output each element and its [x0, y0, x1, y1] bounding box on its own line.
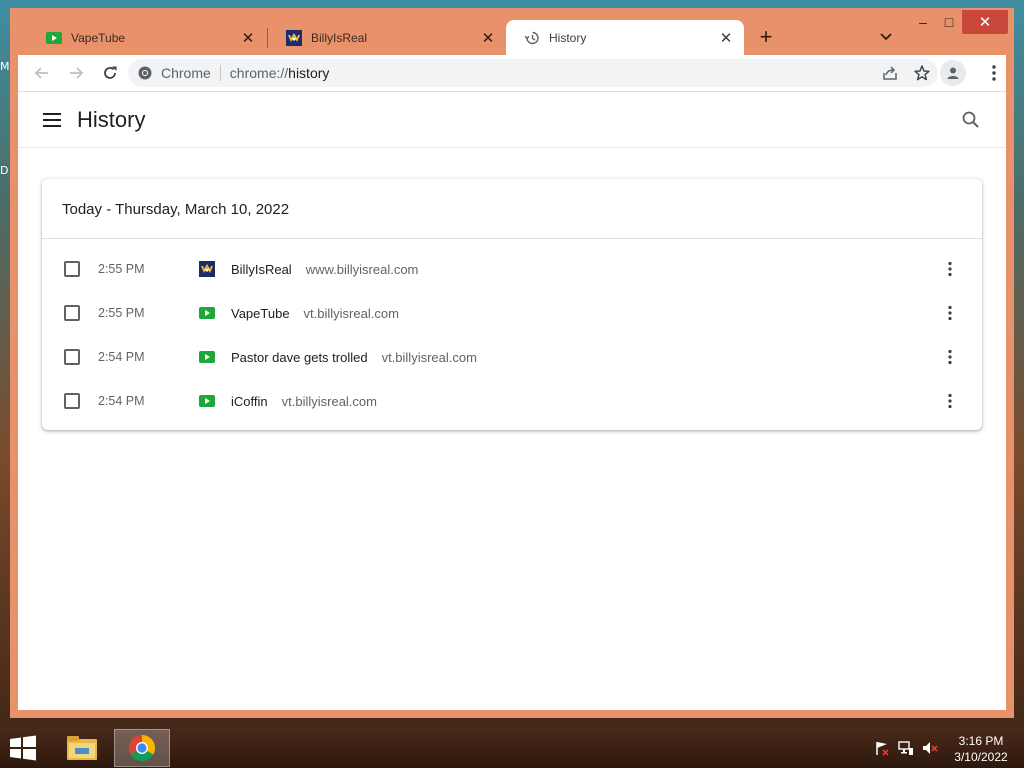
- tab-vapetube[interactable]: VapeTube ✕: [28, 20, 266, 55]
- clock-date: 3/10/2022: [954, 750, 1008, 764]
- toolbar: Chrome chrome://history: [18, 55, 1006, 91]
- entry-checkbox[interactable]: [64, 305, 80, 321]
- chevron-down-icon[interactable]: [876, 26, 896, 46]
- tab-label: History: [549, 30, 587, 45]
- folder-icon: [67, 736, 97, 760]
- history-icon: [524, 31, 539, 44]
- more-vert-icon: [948, 393, 952, 409]
- entry-title: Pastor dave gets trolled: [231, 349, 368, 365]
- address-bar[interactable]: Chrome chrome://history: [128, 59, 938, 87]
- tab-close-button[interactable]: ✕: [240, 30, 256, 47]
- star-icon: [914, 65, 930, 81]
- vapetube-favicon: [199, 395, 215, 407]
- entry-checkbox[interactable]: [64, 349, 80, 365]
- entry-menu-button[interactable]: [940, 389, 960, 413]
- system-clock[interactable]: 3:16 PM 3/10/2022: [948, 733, 1014, 765]
- more-vert-icon: [992, 65, 996, 81]
- close-window-button[interactable]: ✕: [962, 10, 1008, 34]
- desktop-icon-label: D: [0, 164, 9, 177]
- chrome-logo-icon: [138, 66, 152, 80]
- taskbar: 3:16 PM 3/10/2022: [0, 727, 1024, 768]
- back-button[interactable]: [28, 59, 56, 87]
- arrow-left-icon: [34, 67, 48, 79]
- card-divider: [42, 238, 982, 239]
- entry-link[interactable]: iCoffin vt.billyisreal.com: [231, 394, 377, 409]
- tab-close-button[interactable]: ✕: [480, 30, 496, 47]
- tab-label: BillyIsReal: [311, 30, 368, 45]
- entry-domain: vt.billyisreal.com: [303, 305, 399, 321]
- maximize-button[interactable]: □: [934, 10, 964, 34]
- clock-time: 3:16 PM: [958, 734, 1004, 748]
- person-icon: [947, 67, 959, 79]
- file-explorer-button[interactable]: [54, 729, 110, 767]
- entry-menu-button[interactable]: [940, 257, 960, 281]
- chrome-logo-icon: [128, 734, 156, 762]
- action-center-flag-icon[interactable]: [874, 740, 890, 756]
- entry-title: iCoffin: [231, 393, 268, 409]
- entry-checkbox[interactable]: [64, 261, 80, 277]
- entry-menu-button[interactable]: [940, 345, 960, 369]
- entry-time: 2:54 PM: [98, 394, 145, 408]
- share-button[interactable]: [880, 63, 900, 83]
- entry-time: 2:55 PM: [98, 306, 145, 320]
- more-vert-icon: [948, 305, 952, 321]
- entry-checkbox[interactable]: [64, 393, 80, 409]
- vapetube-favicon: [199, 351, 215, 363]
- reload-button[interactable]: [96, 59, 124, 87]
- url-prefix: chrome://: [229, 65, 289, 81]
- reload-icon: [104, 66, 117, 79]
- tab-label: VapeTube: [71, 30, 126, 45]
- tab-billyisreal[interactable]: BillyIsReal ✕: [268, 20, 506, 55]
- history-card: Today - Thursday, March 10, 2022 2:55 PM…: [42, 179, 982, 430]
- chrome-taskbar-button[interactable]: [114, 729, 170, 767]
- tab-close-button[interactable]: ✕: [718, 30, 734, 47]
- profile-button[interactable]: [940, 60, 966, 86]
- site-label: Chrome: [161, 65, 211, 81]
- history-page: History Today - Thursday, March 10, 2022…: [18, 91, 1006, 710]
- history-entry[interactable]: 2:54 PM Pastor dave gets trolled vt.billy…: [42, 335, 982, 379]
- menu-button[interactable]: [984, 63, 1004, 83]
- forward-button[interactable]: [62, 59, 90, 87]
- title-bar: VapeTube ✕ BillyIsReal ✕ History ✕ + – □…: [10, 8, 1014, 55]
- history-entry[interactable]: 2:55 PM VapeTube vt.billyisreal.com: [42, 291, 982, 335]
- more-vert-icon: [948, 349, 952, 365]
- new-tab-button[interactable]: +: [754, 26, 778, 50]
- chrome-window: VapeTube ✕ BillyIsReal ✕ History ✕ + – □…: [10, 8, 1014, 718]
- share-icon: [883, 66, 897, 80]
- entry-time: 2:55 PM: [98, 262, 145, 276]
- date-header: Today - Thursday, March 10, 2022: [62, 201, 290, 218]
- billyisreal-favicon: [199, 261, 215, 277]
- network-icon[interactable]: [898, 740, 914, 756]
- vapetube-favicon: [46, 31, 62, 44]
- entry-title: BillyIsReal: [231, 261, 292, 277]
- omnibox-divider: [219, 65, 221, 81]
- entry-domain: www.billyisreal.com: [305, 261, 419, 277]
- bookmark-button[interactable]: [912, 63, 932, 83]
- search-icon[interactable]: [960, 109, 982, 131]
- url-text: chrome://history: [230, 65, 330, 81]
- billyisreal-favicon: [286, 29, 302, 46]
- tab-history[interactable]: History ✕: [506, 20, 744, 55]
- entry-time: 2:54 PM: [98, 350, 145, 364]
- entry-link[interactable]: VapeTube vt.billyisreal.com: [231, 306, 399, 321]
- entry-title: VapeTube: [231, 305, 290, 321]
- more-vert-icon: [948, 261, 952, 277]
- desktop-icon-label: M: [0, 60, 10, 73]
- history-entry[interactable]: 2:55 PM BillyIsReal www.billyisreal.com: [42, 247, 982, 291]
- entry-link[interactable]: Pastor dave gets trolled vt.billyisreal.c…: [231, 350, 477, 365]
- page-title: History: [77, 107, 146, 132]
- url-path: history: [288, 65, 330, 81]
- entry-link[interactable]: BillyIsReal www.billyisreal.com: [231, 262, 418, 277]
- vapetube-favicon: [199, 307, 215, 319]
- volume-muted-icon[interactable]: [922, 740, 938, 756]
- hamburger-menu-icon[interactable]: [42, 110, 62, 130]
- page-header: History: [18, 92, 1006, 148]
- entry-domain: vt.billyisreal.com: [281, 393, 377, 409]
- entry-menu-button[interactable]: [940, 301, 960, 325]
- windows-start-icon[interactable]: [8, 735, 38, 761]
- history-entry[interactable]: 2:54 PM iCoffin vt.billyisreal.com: [42, 379, 982, 423]
- entry-domain: vt.billyisreal.com: [381, 349, 477, 365]
- arrow-right-icon: [70, 67, 84, 79]
